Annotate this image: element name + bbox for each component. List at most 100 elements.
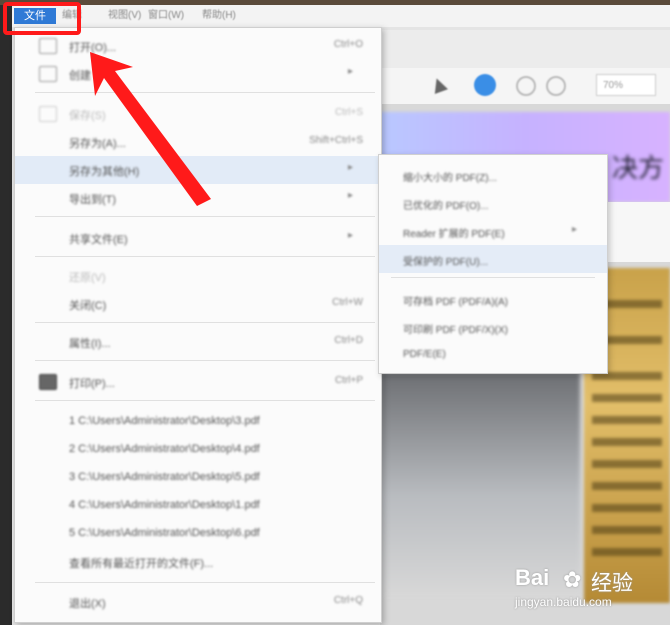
- submenu-item-pdfa[interactable]: 可存档 PDF (PDF/A)(A): [379, 285, 607, 313]
- zoom-out-icon[interactable]: [516, 76, 536, 96]
- tab-strip: [380, 30, 670, 68]
- menu-separator: [35, 92, 375, 93]
- menu-item-shortcut: Ctrl+Q: [333, 595, 363, 606]
- folder-open-icon: [39, 38, 57, 54]
- menu-separator: [35, 322, 375, 323]
- menu-item-open[interactable]: 打开(O)... Ctrl+O: [15, 32, 381, 60]
- menu-item-export-to[interactable]: 导出到(T) ▸: [15, 184, 381, 212]
- notice-text-line: [592, 526, 662, 534]
- notice-text-line: [592, 504, 662, 512]
- submenu-item-pdfe[interactable]: PDF/E(E): [379, 341, 607, 369]
- menu-item-label: 另存为其他(H): [69, 166, 140, 178]
- recent-file-item[interactable]: 4 C:\Users\Administrator\Desktop\1.pdf: [15, 492, 381, 520]
- submenu-item-label: 可印刷 PDF (PDF/X)(X): [403, 325, 508, 336]
- submenu-arrow-icon: ▸: [347, 162, 353, 173]
- menu-help[interactable]: 帮助(H): [202, 9, 236, 23]
- save-icon: [39, 106, 57, 122]
- menu-separator: [391, 277, 595, 278]
- submenu-item-optimized-pdf[interactable]: 已优化的 PDF(O)...: [379, 189, 607, 217]
- menu-item-label: 另存为(A)...: [69, 138, 126, 150]
- watermark-brand-cn: 经验: [591, 572, 633, 595]
- menu-separator: [35, 256, 375, 257]
- menu-item-close[interactable]: 关闭(C) Ctrl+W: [15, 290, 381, 318]
- save-as-other-submenu: 缩小大小的 PDF(Z)... 已优化的 PDF(O)... Reader 扩展…: [378, 154, 608, 374]
- submenu-item-reader-extended-pdf[interactable]: Reader 扩展的 PDF(E) ▸: [379, 217, 607, 245]
- menu-item-label: 打开(O)...: [69, 42, 117, 54]
- submenu-item-label: 已优化的 PDF(O)...: [403, 201, 489, 212]
- menu-window[interactable]: 窗口(W): [148, 9, 184, 23]
- submenu-item-protected-pdf[interactable]: 受保护的 PDF(U)...: [379, 245, 607, 273]
- recent-file-label: 2 C:\Users\Administrator\Desktop\4.pdf: [69, 443, 260, 455]
- menu-item-label: 创建: [69, 70, 91, 82]
- menu-item-label: 打印(P)...: [69, 378, 115, 390]
- menu-item-shortcut: Shift+Ctrl+S: [309, 135, 363, 146]
- submenu-item-pdfx[interactable]: 可印刷 PDF (PDF/X)(X): [379, 313, 607, 341]
- submenu-item-label: PDF/E(E): [403, 349, 446, 360]
- menu-item-label: 共享文件(E): [69, 234, 128, 246]
- file-menu-dropdown: 打开(O)... Ctrl+O 创建 ▸ 保存(S) Ctrl+S 另存为(A)…: [14, 27, 382, 623]
- menu-item-properties[interactable]: 属性(I)... Ctrl+D: [15, 328, 381, 356]
- watermark-url: jingyan.baidu.com: [515, 595, 612, 609]
- recent-file-label: 5 C:\Users\Administrator\Desktop\6.pdf: [69, 527, 260, 539]
- notice-text-line: [592, 438, 662, 446]
- submenu-item-label: 缩小大小的 PDF(Z)...: [403, 173, 497, 184]
- zoom-in-icon[interactable]: [546, 76, 566, 96]
- create-icon: [39, 66, 57, 82]
- menu-separator: [35, 360, 375, 361]
- submenu-arrow-icon: ▸: [347, 190, 353, 201]
- zoom-level-select[interactable]: 70%: [596, 74, 656, 96]
- select-cursor-icon[interactable]: [430, 76, 448, 94]
- menu-item-print[interactable]: 打印(P)... Ctrl+P: [15, 368, 381, 396]
- notice-text-line: [592, 394, 662, 402]
- menu-item-label: 退出(X): [69, 598, 106, 610]
- recent-file-label: 4 C:\Users\Administrator\Desktop\1.pdf: [69, 499, 260, 511]
- submenu-item-label: 受保护的 PDF(U)...: [403, 257, 488, 268]
- recent-file-item[interactable]: 2 C:\Users\Administrator\Desktop\4.pdf: [15, 436, 381, 464]
- menu-item-view-all-recent[interactable]: 查看所有最近打开的文件(F)...: [15, 548, 381, 576]
- menu-separator: [35, 400, 375, 401]
- menu-item-create[interactable]: 创建 ▸: [15, 60, 381, 88]
- menu-item-label: 保存(S): [69, 110, 106, 122]
- menu-item-label: 导出到(T): [69, 194, 117, 206]
- menu-bar: 文件 编辑 视图(V) 窗口(W) 帮助(H): [12, 5, 670, 27]
- menu-view[interactable]: 视图(V): [108, 9, 141, 23]
- notice-text-line: [592, 548, 662, 556]
- menu-item-label: 关闭(C): [69, 300, 107, 312]
- document-photo-cabinets: [380, 372, 580, 597]
- menu-item-shortcut: Ctrl+P: [334, 375, 363, 386]
- recent-file-item[interactable]: 3 C:\Users\Administrator\Desktop\5.pdf: [15, 464, 381, 492]
- annotation-highlight-box: [3, 2, 81, 35]
- submenu-arrow-icon: ▸: [571, 224, 577, 235]
- submenu-arrow-icon: ▸: [347, 230, 353, 241]
- notice-text-line: [592, 416, 662, 424]
- watermark-brand: Bai: [515, 565, 550, 590]
- menu-item-exit[interactable]: 退出(X) Ctrl+Q: [15, 588, 381, 616]
- menu-item-shortcut: Ctrl+W: [332, 297, 363, 308]
- submenu-arrow-icon: ▸: [347, 66, 353, 77]
- menu-item-label: 属性(I)...: [69, 338, 111, 350]
- menu-item-shortcut: Ctrl+S: [334, 107, 363, 118]
- menu-item-shortcut: Ctrl+O: [333, 39, 363, 50]
- hand-tool-icon[interactable]: [474, 74, 496, 96]
- recent-file-item[interactable]: 5 C:\Users\Administrator\Desktop\6.pdf: [15, 520, 381, 548]
- baidu-jingyan-watermark: Bai ✿ 经验 jingyan.baidu.com: [515, 565, 665, 615]
- menu-separator: [35, 582, 375, 583]
- menu-item-shortcut: Ctrl+D: [334, 335, 363, 346]
- menu-item-revert: 还原(V): [15, 262, 381, 290]
- menu-item-save-as[interactable]: 另存为(A)... Shift+Ctrl+S: [15, 128, 381, 156]
- menu-item-label: 还原(V): [69, 272, 106, 284]
- menu-separator: [35, 216, 375, 217]
- menu-item-share-file[interactable]: 共享文件(E) ▸: [15, 224, 381, 252]
- submenu-item-reduced-size-pdf[interactable]: 缩小大小的 PDF(Z)...: [379, 161, 607, 189]
- recent-file-label: 1 C:\Users\Administrator\Desktop\3.pdf: [69, 415, 260, 427]
- baidu-paw-icon: ✿: [563, 567, 582, 592]
- print-icon: [39, 374, 57, 390]
- menu-item-label: 查看所有最近打开的文件(F)...: [69, 558, 214, 570]
- menu-item-save-as-other[interactable]: 另存为其他(H) ▸: [15, 156, 381, 184]
- menu-item-save: 保存(S) Ctrl+S: [15, 100, 381, 128]
- recent-file-item[interactable]: 1 C:\Users\Administrator\Desktop\3.pdf: [15, 408, 381, 436]
- notice-text-line: [592, 460, 662, 468]
- notice-text-line: [592, 482, 662, 490]
- recent-file-label: 3 C:\Users\Administrator\Desktop\5.pdf: [69, 471, 260, 483]
- submenu-item-label: 可存档 PDF (PDF/A)(A): [403, 297, 508, 308]
